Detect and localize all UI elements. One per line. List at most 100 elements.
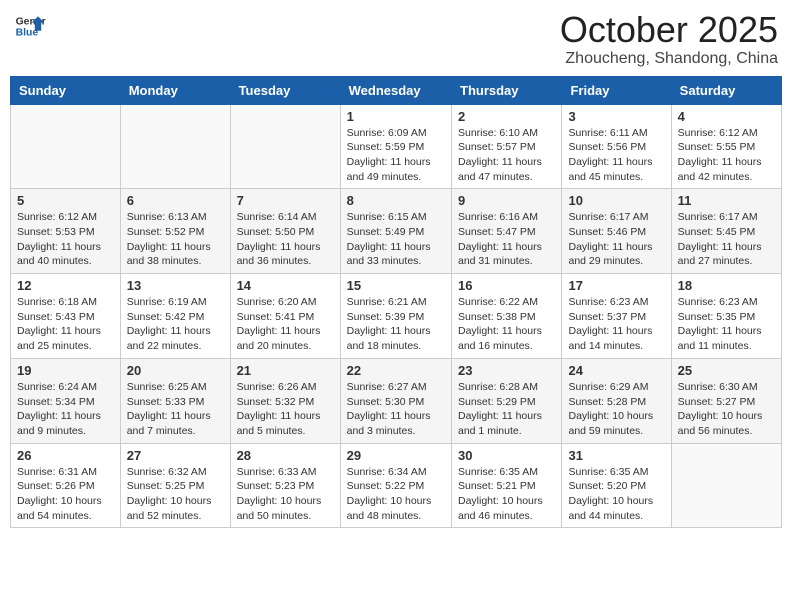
day-info: Sunrise: 6:12 AMSunset: 5:55 PMDaylight:… (678, 126, 775, 185)
day-number: 27 (127, 448, 224, 463)
day-number: 23 (458, 363, 555, 378)
day-number: 29 (347, 448, 445, 463)
calendar-cell: 3 Sunrise: 6:11 AMSunset: 5:56 PMDaylight… (562, 104, 671, 189)
day-number: 25 (678, 363, 775, 378)
day-number: 8 (347, 193, 445, 208)
day-number: 3 (568, 109, 664, 124)
title-block: October 2025 Zhoucheng, Shandong, China (560, 10, 778, 68)
day-info: Sunrise: 6:09 AMSunset: 5:59 PMDaylight:… (347, 126, 445, 185)
calendar-cell: 2 Sunrise: 6:10 AMSunset: 5:57 PMDaylight… (452, 104, 562, 189)
day-info: Sunrise: 6:30 AMSunset: 5:27 PMDaylight:… (678, 380, 775, 439)
day-info: Sunrise: 6:27 AMSunset: 5:30 PMDaylight:… (347, 380, 445, 439)
calendar-week-5: 26Sunrise: 6:31 AMSunset: 5:26 PMDayligh… (11, 443, 782, 528)
weekday-header-tuesday: Tuesday (230, 76, 340, 104)
calendar-cell (671, 443, 781, 528)
logo-icon: General Blue (14, 10, 46, 42)
calendar-cell (120, 104, 230, 189)
day-info: Sunrise: 6:20 AMSunset: 5:41 PMDaylight:… (237, 295, 334, 354)
day-info: Sunrise: 6:33 AMSunset: 5:23 PMDaylight:… (237, 465, 334, 524)
day-number: 5 (17, 193, 114, 208)
day-number: 13 (127, 278, 224, 293)
day-info: Sunrise: 6:35 AMSunset: 5:20 PMDaylight:… (568, 465, 664, 524)
day-number: 6 (127, 193, 224, 208)
day-number: 18 (678, 278, 775, 293)
day-info: Sunrise: 6:35 AMSunset: 5:21 PMDaylight:… (458, 465, 555, 524)
day-number: 24 (568, 363, 664, 378)
calendar-cell (11, 104, 121, 189)
calendar-cell: 20 Sunrise: 6:25 AMSunset: 5:33 PMDayligh… (120, 358, 230, 443)
day-number: 10 (568, 193, 664, 208)
day-info: Sunrise: 6:32 AMSunset: 5:25 PMDaylight:… (127, 465, 224, 524)
day-info: Sunrise: 6:18 AMSunset: 5:43 PMDaylight:… (17, 295, 114, 354)
calendar-cell (230, 104, 340, 189)
day-number: 31 (568, 448, 664, 463)
calendar-cell: 1 Sunrise: 6:09 AMSunset: 5:59 PMDaylight… (340, 104, 451, 189)
day-info: Sunrise: 6:10 AMSunset: 5:57 PMDaylight:… (458, 126, 555, 185)
calendar-cell: 11 Sunrise: 6:17 AMSunset: 5:45 PMDayligh… (671, 189, 781, 274)
calendar-cell: 13Sunrise: 6:19 AMSunset: 5:42 PMDayligh… (120, 274, 230, 359)
day-number: 1 (347, 109, 445, 124)
day-info: Sunrise: 6:17 AMSunset: 5:45 PMDaylight:… (678, 210, 775, 269)
day-info: Sunrise: 6:26 AMSunset: 5:32 PMDaylight:… (237, 380, 334, 439)
calendar-cell: 9 Sunrise: 6:16 AMSunset: 5:47 PMDaylight… (452, 189, 562, 274)
calendar-week-4: 19 Sunrise: 6:24 AMSunset: 5:34 PMDayligh… (11, 358, 782, 443)
day-info: Sunrise: 6:17 AMSunset: 5:46 PMDaylight:… (568, 210, 664, 269)
day-info: Sunrise: 6:15 AMSunset: 5:49 PMDaylight:… (347, 210, 445, 269)
calendar-cell: 27 Sunrise: 6:32 AMSunset: 5:25 PMDayligh… (120, 443, 230, 528)
day-info: Sunrise: 6:25 AMSunset: 5:33 PMDaylight:… (127, 380, 224, 439)
weekday-header-thursday: Thursday (452, 76, 562, 104)
day-number: 19 (17, 363, 114, 378)
month-title: October 2025 (560, 10, 778, 50)
day-info: Sunrise: 6:16 AMSunset: 5:47 PMDaylight:… (458, 210, 555, 269)
day-number: 11 (678, 193, 775, 208)
day-number: 12 (17, 278, 114, 293)
day-number: 30 (458, 448, 555, 463)
day-number: 20 (127, 363, 224, 378)
calendar-week-2: 5Sunrise: 6:12 AMSunset: 5:53 PMDaylight… (11, 189, 782, 274)
calendar-week-1: 1 Sunrise: 6:09 AMSunset: 5:59 PMDaylight… (11, 104, 782, 189)
day-number: 9 (458, 193, 555, 208)
calendar-cell: 17Sunrise: 6:23 AMSunset: 5:37 PMDayligh… (562, 274, 671, 359)
weekday-header-friday: Friday (562, 76, 671, 104)
day-number: 2 (458, 109, 555, 124)
calendar-cell: 15 Sunrise: 6:21 AMSunset: 5:39 PMDayligh… (340, 274, 451, 359)
calendar-table: SundayMondayTuesdayWednesdayThursdayFrid… (10, 76, 782, 529)
calendar-cell: 25 Sunrise: 6:30 AMSunset: 5:27 PMDayligh… (671, 358, 781, 443)
day-number: 7 (237, 193, 334, 208)
calendar-cell: 28 Sunrise: 6:33 AMSunset: 5:23 PMDayligh… (230, 443, 340, 528)
day-info: Sunrise: 6:23 AMSunset: 5:37 PMDaylight:… (568, 295, 664, 354)
day-info: Sunrise: 6:24 AMSunset: 5:34 PMDaylight:… (17, 380, 114, 439)
calendar-cell: 21Sunrise: 6:26 AMSunset: 5:32 PMDayligh… (230, 358, 340, 443)
weekday-header-wednesday: Wednesday (340, 76, 451, 104)
day-number: 22 (347, 363, 445, 378)
page-header: General Blue October 2025 Zhoucheng, Sha… (10, 10, 782, 68)
calendar-cell: 31 Sunrise: 6:35 AMSunset: 5:20 PMDayligh… (562, 443, 671, 528)
weekday-header-row: SundayMondayTuesdayWednesdayThursdayFrid… (11, 76, 782, 104)
calendar-cell: 10 Sunrise: 6:17 AMSunset: 5:46 PMDayligh… (562, 189, 671, 274)
day-info: Sunrise: 6:21 AMSunset: 5:39 PMDaylight:… (347, 295, 445, 354)
day-number: 14 (237, 278, 334, 293)
day-info: Sunrise: 6:28 AMSunset: 5:29 PMDaylight:… (458, 380, 555, 439)
day-info: Sunrise: 6:34 AMSunset: 5:22 PMDaylight:… (347, 465, 445, 524)
day-info: Sunrise: 6:23 AMSunset: 5:35 PMDaylight:… (678, 295, 775, 354)
calendar-cell: 12 Sunrise: 6:18 AMSunset: 5:43 PMDayligh… (11, 274, 121, 359)
day-info: Sunrise: 6:22 AMSunset: 5:38 PMDaylight:… (458, 295, 555, 354)
day-number: 4 (678, 109, 775, 124)
day-number: 15 (347, 278, 445, 293)
day-number: 28 (237, 448, 334, 463)
day-info: Sunrise: 6:11 AMSunset: 5:56 PMDaylight:… (568, 126, 664, 185)
calendar-cell: 19 Sunrise: 6:24 AMSunset: 5:34 PMDayligh… (11, 358, 121, 443)
calendar-cell: 24Sunrise: 6:29 AMSunset: 5:28 PMDayligh… (562, 358, 671, 443)
calendar-cell: 23 Sunrise: 6:28 AMSunset: 5:29 PMDayligh… (452, 358, 562, 443)
day-info: Sunrise: 6:13 AMSunset: 5:52 PMDaylight:… (127, 210, 224, 269)
location: Zhoucheng, Shandong, China (560, 50, 778, 68)
calendar-cell: 6 Sunrise: 6:13 AMSunset: 5:52 PMDaylight… (120, 189, 230, 274)
calendar-cell: 26Sunrise: 6:31 AMSunset: 5:26 PMDayligh… (11, 443, 121, 528)
calendar-cell: 5Sunrise: 6:12 AMSunset: 5:53 PMDaylight… (11, 189, 121, 274)
calendar-cell: 8 Sunrise: 6:15 AMSunset: 5:49 PMDaylight… (340, 189, 451, 274)
calendar-cell: 18 Sunrise: 6:23 AMSunset: 5:35 PMDayligh… (671, 274, 781, 359)
day-info: Sunrise: 6:31 AMSunset: 5:26 PMDaylight:… (17, 465, 114, 524)
day-number: 16 (458, 278, 555, 293)
weekday-header-monday: Monday (120, 76, 230, 104)
calendar-cell: 16 Sunrise: 6:22 AMSunset: 5:38 PMDayligh… (452, 274, 562, 359)
